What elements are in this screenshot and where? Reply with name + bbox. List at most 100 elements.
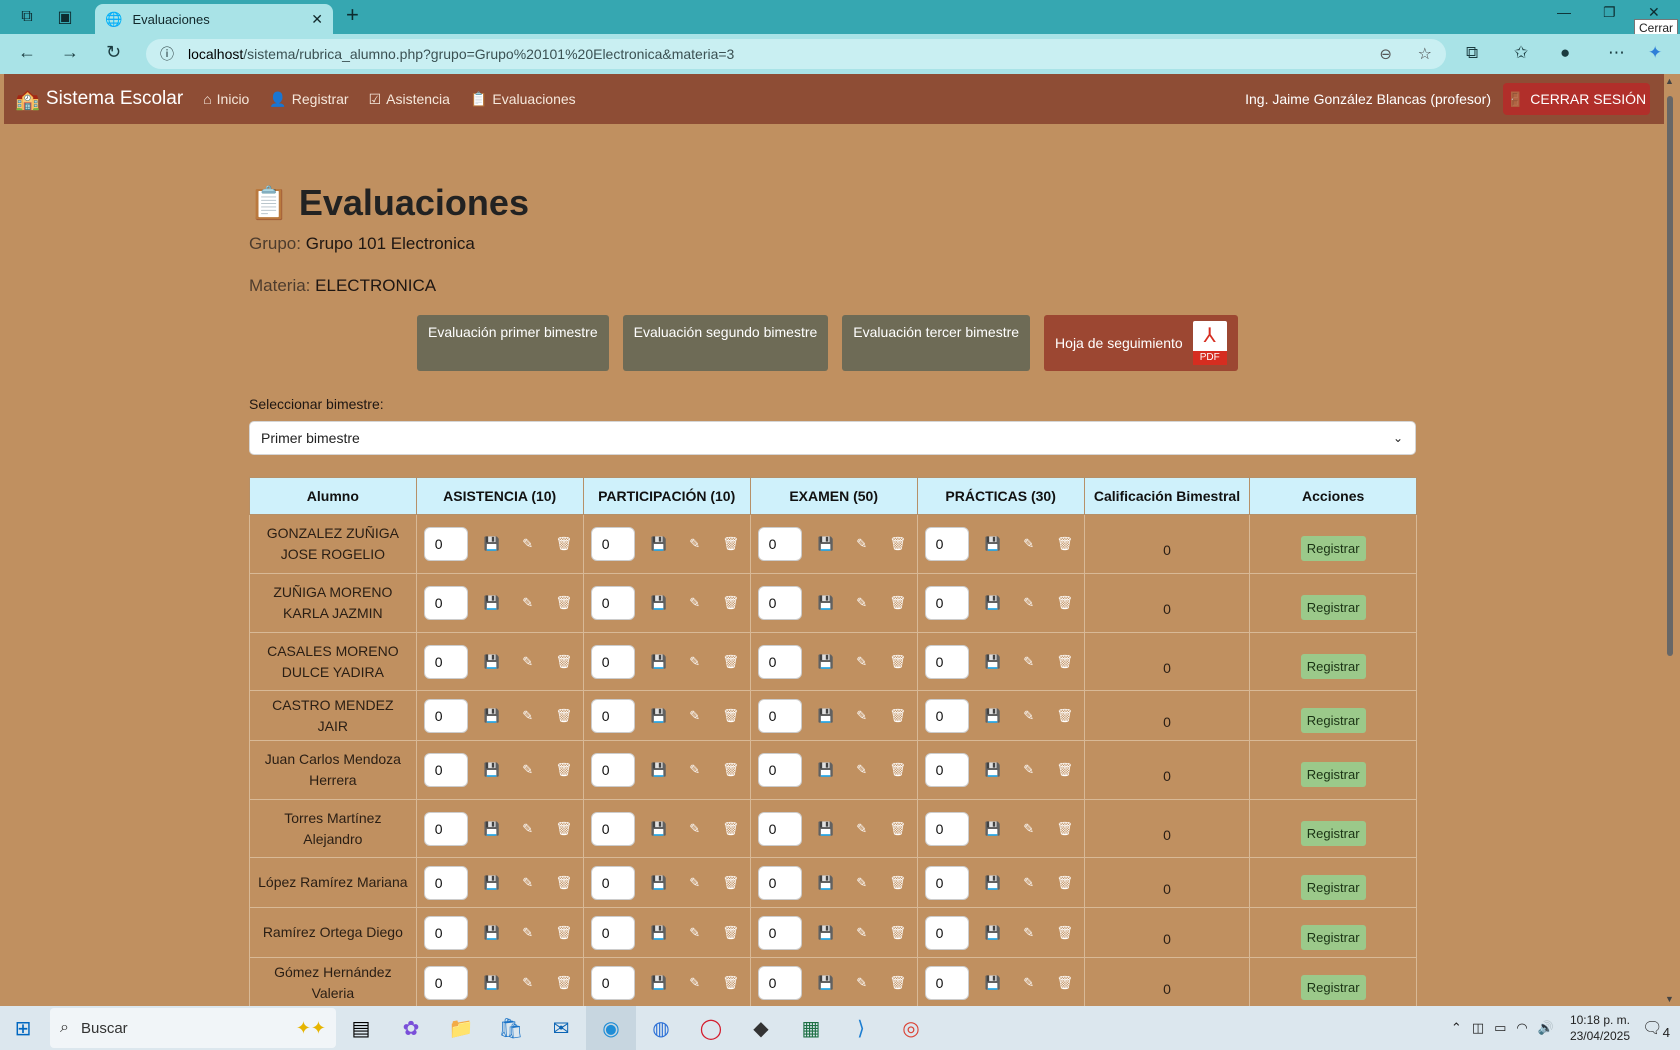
edit-icon[interactable]: ✎	[510, 821, 546, 837]
edit-icon[interactable]: ✎	[677, 536, 713, 552]
trash-icon[interactable]: 🗑	[546, 654, 582, 670]
tab-actions-icon[interactable]: ▣	[48, 0, 82, 34]
edit-icon[interactable]: ✎	[844, 975, 880, 991]
browser-tab[interactable]: 🌐 Evaluaciones ✕	[95, 4, 333, 34]
save-icon[interactable]: 💾	[641, 925, 677, 941]
practicas-input[interactable]: 0	[924, 644, 969, 679]
save-icon[interactable]: 💾	[474, 762, 510, 778]
trash-icon[interactable]: 🗑	[713, 975, 749, 991]
back-icon[interactable]: ←	[18, 42, 36, 63]
trash-icon[interactable]: 🗑	[880, 875, 916, 891]
trash-icon[interactable]: 🗑	[880, 821, 916, 837]
refresh-icon[interactable]: ↻	[106, 42, 121, 63]
edit-icon[interactable]: ✎	[844, 875, 880, 891]
trash-icon[interactable]: 🗑	[880, 708, 916, 724]
save-icon[interactable]: 💾	[975, 708, 1011, 724]
save-icon[interactable]: 💾	[808, 762, 844, 778]
edit-icon[interactable]: ✎	[844, 595, 880, 611]
registrar-button[interactable]: Registrar	[1300, 536, 1366, 561]
trash-icon[interactable]: 🗑	[1047, 875, 1083, 891]
examen-input[interactable]: 0	[757, 915, 802, 950]
display-icon[interactable]: ▭	[1494, 1020, 1506, 1036]
file-explorer-icon[interactable]: 📁	[436, 1006, 486, 1050]
registrar-button[interactable]: Registrar	[1300, 653, 1366, 679]
participacion-input[interactable]: 0	[590, 644, 635, 679]
logout-button[interactable]: 🚪 CERRAR SESIÓN	[1503, 83, 1650, 115]
trash-icon[interactable]: 🗑	[546, 595, 582, 611]
windows-start-icon[interactable]: ⊞	[0, 1016, 46, 1041]
save-icon[interactable]: 💾	[975, 925, 1011, 941]
trash-icon[interactable]: 🗑	[546, 975, 582, 991]
asistencia-input[interactable]: 0	[423, 644, 468, 679]
trash-icon[interactable]: 🗑	[713, 654, 749, 670]
edit-icon[interactable]: ✎	[677, 595, 713, 611]
asistencia-input[interactable]: 0	[423, 811, 468, 846]
save-icon[interactable]: 💾	[808, 654, 844, 670]
save-icon[interactable]: 💾	[474, 821, 510, 837]
save-icon[interactable]: 💾	[641, 821, 677, 837]
edit-icon[interactable]: ✎	[677, 708, 713, 724]
wifi-icon[interactable]: ◠	[1516, 1020, 1527, 1036]
save-icon[interactable]: 💾	[641, 708, 677, 724]
save-icon[interactable]: 💾	[975, 975, 1011, 991]
examen-input[interactable]: 0	[757, 865, 802, 900]
trash-icon[interactable]: 🗑	[1047, 708, 1083, 724]
scroll-up-icon[interactable]: ▲	[1665, 76, 1674, 86]
trash-icon[interactable]: 🗑	[546, 925, 582, 941]
save-icon[interactable]: 💾	[808, 975, 844, 991]
trash-icon[interactable]: 🗑	[546, 536, 582, 552]
edge-icon[interactable]: ◉	[586, 1006, 636, 1050]
save-icon[interactable]: 💾	[808, 875, 844, 891]
save-icon[interactable]: 💾	[975, 536, 1011, 552]
tray-chevron-icon[interactable]: ⌃	[1451, 1020, 1462, 1036]
url-bar[interactable]: ⓘ localhost /sistema/rubrica_alumno.php?…	[146, 39, 1446, 69]
registrar-button[interactable]: Registrar	[1300, 707, 1366, 733]
asistencia-input[interactable]: 0	[423, 586, 468, 620]
edit-icon[interactable]: ✎	[844, 925, 880, 941]
favorites-icon[interactable]: ✩	[1514, 43, 1528, 63]
edit-icon[interactable]: ✎	[844, 536, 880, 552]
primer-bimestre-button[interactable]: Evaluación primer bimestre	[417, 315, 609, 371]
firefox-icon[interactable]: ◍	[636, 1006, 686, 1050]
save-icon[interactable]: 💾	[641, 654, 677, 670]
edit-icon[interactable]: ✎	[844, 708, 880, 724]
edit-icon[interactable]: ✎	[510, 875, 546, 891]
profile-icon[interactable]: ●	[1560, 43, 1570, 63]
minimize-icon[interactable]: —	[1557, 4, 1571, 20]
page-scrollbar[interactable]: ▲ ▼	[1664, 74, 1676, 1006]
save-icon[interactable]: 💾	[975, 821, 1011, 837]
edit-icon[interactable]: ✎	[510, 595, 546, 611]
participacion-input[interactable]: 0	[590, 865, 635, 900]
asistencia-input[interactable]: 0	[423, 915, 468, 950]
bimestre-select[interactable]: Primer bimestre ⌄	[249, 421, 1416, 455]
edit-icon[interactable]: ✎	[677, 975, 713, 991]
trash-icon[interactable]: 🗑	[880, 762, 916, 778]
save-icon[interactable]: 💾	[474, 925, 510, 941]
hoja-seguimiento-button[interactable]: Hoja de seguimiento ⅄ PDF	[1044, 315, 1238, 371]
edit-icon[interactable]: ✎	[510, 975, 546, 991]
save-icon[interactable]: 💾	[975, 762, 1011, 778]
examen-input[interactable]: 0	[757, 586, 802, 620]
trash-icon[interactable]: 🗑	[546, 762, 582, 778]
taskbar-search[interactable]: ⌕ Buscar ✦✦	[50, 1008, 336, 1048]
asistencia-input[interactable]: 0	[423, 865, 468, 900]
registrar-button[interactable]: Registrar	[1300, 820, 1366, 846]
edit-icon[interactable]: ✎	[844, 654, 880, 670]
save-icon[interactable]: 💾	[474, 708, 510, 724]
edit-icon[interactable]: ✎	[510, 925, 546, 941]
more-icon[interactable]: ⋯	[1608, 43, 1625, 63]
edit-icon[interactable]: ✎	[1011, 875, 1047, 891]
save-icon[interactable]: 💾	[641, 762, 677, 778]
store-icon[interactable]: 🛍	[486, 1006, 536, 1050]
practicas-input[interactable]: 0	[924, 915, 969, 950]
examen-input[interactable]: 0	[757, 644, 802, 679]
nav-asistencia[interactable]: ☑ Asistencia	[369, 91, 450, 108]
participacion-input[interactable]: 0	[590, 586, 635, 620]
practicas-input[interactable]: 0	[924, 753, 969, 787]
practicas-input[interactable]: 0	[924, 965, 969, 1000]
examen-input[interactable]: 0	[757, 698, 802, 733]
edit-icon[interactable]: ✎	[677, 762, 713, 778]
save-icon[interactable]: 💾	[474, 536, 510, 552]
site-info-icon[interactable]: ⓘ	[160, 44, 174, 64]
trash-icon[interactable]: 🗑	[546, 708, 582, 724]
